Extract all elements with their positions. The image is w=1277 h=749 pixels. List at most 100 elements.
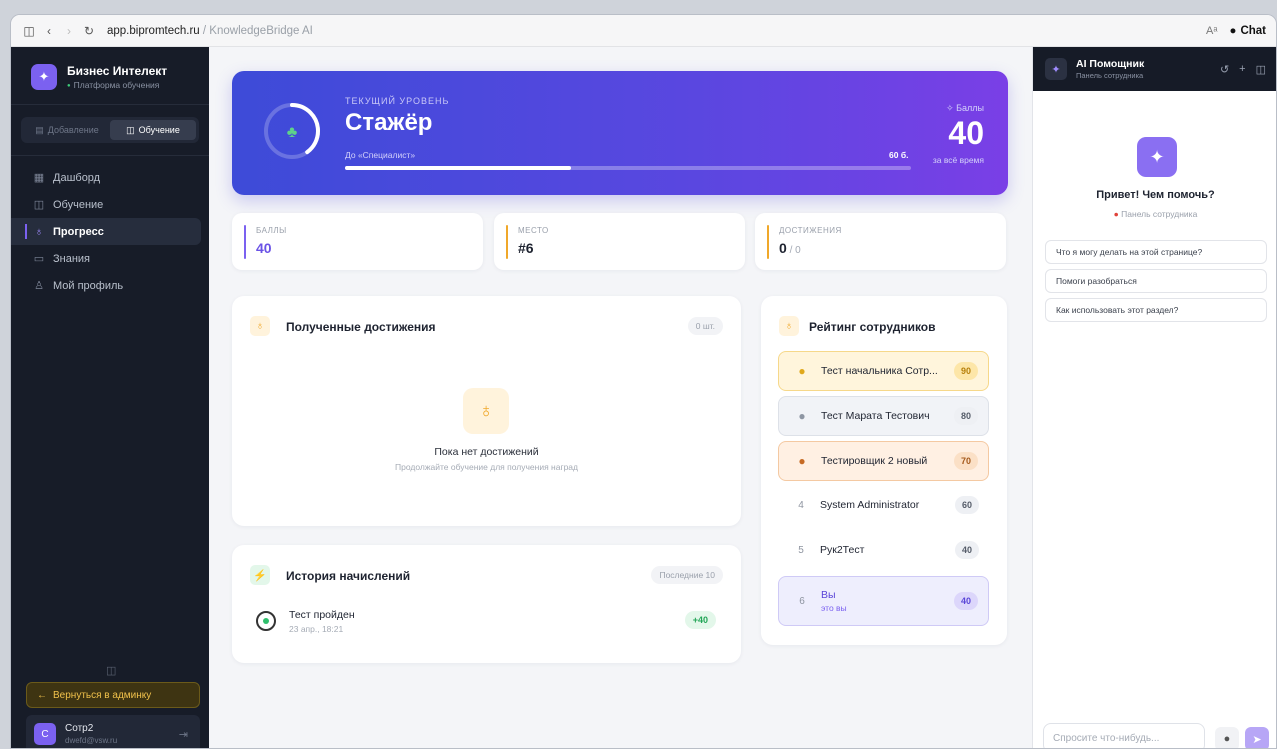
rating-row-self[interactable]: 6 Вы это вы 40	[778, 576, 989, 626]
user-email: dwefd@vsw.ru	[65, 736, 118, 745]
address-bar[interactable]: app.bipromtech.ru / KnowledgeBridge AI	[107, 25, 313, 37]
check-circle-icon	[256, 611, 276, 631]
sidebar-toggle-icon[interactable]: ◫	[19, 24, 39, 38]
avatar: С	[34, 723, 56, 745]
forward-icon[interactable]: ›	[59, 24, 79, 38]
sparkle-logo-icon: ✦	[31, 63, 57, 90]
sidebar-item-knowledge[interactable]: ▭ Знания	[11, 245, 209, 272]
logout-icon[interactable]: ⇥	[179, 728, 188, 741]
dashboard-icon: ▦	[33, 172, 45, 184]
sidebar-item-progress[interactable]: ♁ Прогресс	[11, 218, 201, 245]
rating-row-score: 90	[954, 362, 978, 380]
stat-accent	[767, 225, 769, 259]
book-icon: ◫	[126, 124, 135, 135]
sidebar-item-dashboard[interactable]: ▦ Дашборд	[11, 164, 209, 191]
collapse-sidebar-icon[interactable]: ◫	[106, 664, 116, 677]
points-caption: ✧ Баллы	[946, 103, 984, 114]
level-progress-fill	[345, 166, 572, 170]
rating-self-name: Вы	[821, 589, 836, 601]
mode-tab-label: Обучение	[138, 125, 180, 135]
suggestion-button[interactable]: Как использовать этот раздел?	[1045, 298, 1267, 322]
mode-tab-add[interactable]: ▤ Добавление	[24, 120, 110, 140]
stat-card-points: БАЛЛЫ 40	[232, 213, 483, 270]
level-progress-bar	[345, 166, 911, 170]
chat-input[interactable]: Спросите что-нибудь...	[1043, 723, 1205, 748]
folder-icon: ▭	[33, 253, 45, 265]
plus-icon[interactable]: +	[1239, 63, 1245, 76]
achievements-title: Полученные достижения	[286, 320, 436, 334]
history-row: Тест пройден 23 апр., 18:21 +40	[256, 609, 716, 639]
url-domain: app.bipromtech.ru	[107, 24, 200, 37]
rating-row-name: System Administrator	[820, 499, 920, 511]
level-banner: ♣ ТЕКУЩИЙ УРОВЕНЬ Стажёр До «Специалист»…	[232, 71, 1008, 195]
book-icon: ◫	[33, 199, 45, 211]
achievements-card: ♁ Полученные достижения 0 шт. ♁ Пока нет…	[232, 296, 741, 526]
rating-row-position: 4	[798, 499, 804, 511]
rating-row[interactable]: ● Тестировщик 2 новый 70	[778, 441, 989, 481]
back-to-admin-button[interactable]: ← Вернуться в админку	[26, 682, 200, 708]
suggestion-button[interactable]: Что я могу делать на этой странице?	[1045, 240, 1267, 264]
main-content: ♣ ТЕКУЩИЙ УРОВЕНЬ Стажёр До «Специалист»…	[209, 47, 1032, 748]
sidebar: ✦ Бизнес Интелект Платформа обучения ▤До…	[11, 47, 209, 748]
url-page-title: KnowledgeBridge AI	[209, 24, 313, 37]
points-subtitle: за всё время	[932, 155, 984, 165]
mode-tab-label: Добавление	[47, 125, 99, 135]
next-level-label: До «Специалист»	[345, 150, 416, 160]
mode-switch: ▤ Добавление ◫ Обучение	[21, 117, 199, 143]
suggestion-button[interactable]: Помоги разобраться	[1045, 269, 1267, 293]
chat-context: ● Панель сотрудника	[1033, 209, 1276, 219]
browser-toolbar: ◫ ‹ › ↻ app.bipromtech.ru / KnowledgeBri…	[11, 15, 1276, 47]
reload-icon[interactable]: ↻	[79, 24, 99, 38]
stat-accent	[506, 225, 508, 259]
back-icon[interactable]: ‹	[39, 24, 59, 38]
stat-caption: ДОСТИЖЕНИЯ	[779, 226, 842, 235]
achievements-count-badge: 0 шт.	[687, 317, 723, 335]
rating-row[interactable]: ● Тест начальника Сотр... 90	[778, 351, 989, 391]
rating-row[interactable]: 5 Рук2Тест 40	[778, 530, 989, 570]
microphone-icon[interactable]: ●	[1215, 727, 1239, 748]
gold-medal-icon: ●	[798, 364, 806, 378]
rating-row-position: 5	[798, 544, 804, 556]
stat-card-achievements: ДОСТИЖЕНИЯ 0 / 0	[755, 213, 1006, 270]
sidebar-item-profile[interactable]: ♙ Мой профиль	[11, 272, 209, 299]
bolt-icon: ⚡	[250, 565, 270, 585]
arrow-left-icon: ←	[37, 689, 47, 701]
empty-award-icon: ♁	[463, 388, 509, 434]
rating-row-name: Вы это вы	[821, 589, 949, 613]
history-icon[interactable]: ↺	[1220, 63, 1229, 76]
sidebar-item-learning[interactable]: ◫ Обучение	[11, 191, 209, 218]
brand-title: Бизнес Интелект	[67, 63, 168, 78]
sparkle-icon: ✦	[1045, 58, 1067, 80]
history-title: История начислений	[286, 569, 411, 583]
brand: ✦ Бизнес Интелект Платформа обучения	[11, 47, 209, 105]
history-row-title: Тест пройден	[289, 609, 355, 621]
rating-row[interactable]: ● Тест Марата Тестович 80	[778, 396, 989, 436]
stat-card-rank: МЕСТО #6	[494, 213, 745, 270]
chat-subtitle: Панель сотрудника	[1076, 71, 1144, 80]
rating-row[interactable]: 4 System Administrator 60	[778, 485, 989, 525]
rating-row-score: 70	[954, 452, 978, 470]
ai-sparkle-icon: ✦	[1137, 137, 1177, 177]
send-button[interactable]: ➤	[1245, 727, 1269, 748]
rating-row-score: 60	[955, 496, 979, 514]
level-caption: ТЕКУЩИЙ УРОВЕНЬ	[345, 96, 450, 106]
reader-mode-icon[interactable]: Aᵃ	[1206, 25, 1217, 37]
rating-row-position: 6	[799, 595, 805, 607]
panel-icon[interactable]: ◫	[1256, 63, 1266, 76]
stat-value-suffix: / 0	[786, 245, 801, 256]
sidebar-item-label: Дашборд	[53, 171, 101, 184]
mode-tab-learning[interactable]: ◫ Обучение	[110, 120, 196, 140]
stat-value: #6	[518, 240, 534, 256]
rating-row-score: 40	[955, 541, 979, 559]
browser-chat-label: Chat	[1240, 24, 1266, 37]
sidebar-item-label: Обучение	[53, 198, 104, 211]
empty-state-title: Пока нет достижений	[434, 446, 539, 458]
chat-title: AI Помощник	[1076, 58, 1145, 70]
bronze-medal-icon: ●	[798, 454, 806, 468]
rating-row-name: Рук2Тест	[820, 544, 865, 556]
chat-actions: ↺ + ◫	[1220, 63, 1266, 76]
award-icon: ♁	[34, 225, 44, 238]
stat-value-number: 40	[256, 240, 272, 256]
browser-chat-button[interactable]: ● Chat	[1229, 25, 1266, 37]
sidebar-item-label: Прогресс	[53, 225, 104, 238]
